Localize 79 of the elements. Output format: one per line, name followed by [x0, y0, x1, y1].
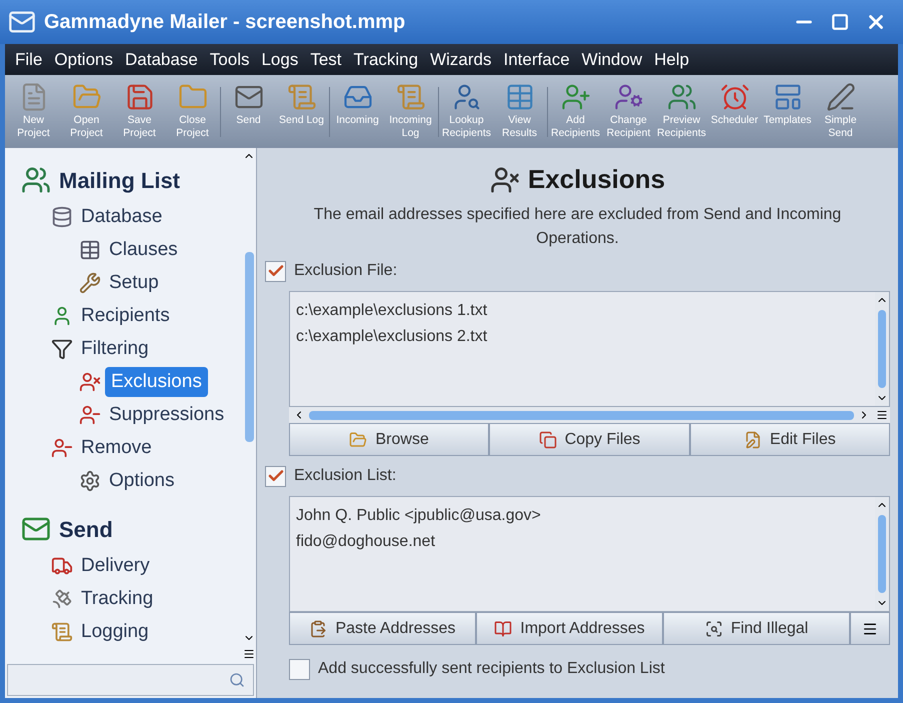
tree-item[interactable]: Suppressions [105, 400, 228, 430]
user-add-icon [560, 82, 590, 112]
satellite-dish-icon [51, 588, 73, 610]
checkbox-label: Add successfully sent recipients to Exclusion List [318, 659, 665, 679]
scroll-icon [286, 82, 316, 112]
tree-item[interactable]: Options [105, 466, 178, 496]
tree-item[interactable]: Logging [77, 616, 153, 646]
table-icon [504, 82, 534, 112]
clipboard-icon [309, 620, 328, 638]
page-title: Exclusions [528, 163, 666, 196]
menu-item[interactable]: Test [304, 46, 348, 72]
copy-icon [538, 430, 557, 448]
menu-item[interactable]: File [9, 46, 48, 72]
users-icon [21, 165, 51, 195]
search-icon [229, 672, 245, 688]
tree-item[interactable]: Tracking [77, 584, 158, 614]
menu-item[interactable]: Tracking [348, 46, 424, 72]
checkbox-label: Exclusion File: [294, 261, 398, 281]
template-icon [772, 82, 802, 112]
user-remove-icon [51, 436, 73, 458]
tools-icon [79, 272, 101, 294]
pen-icon [826, 82, 856, 112]
section-heading[interactable]: Send [59, 512, 113, 546]
filter-icon [51, 338, 73, 360]
address-book-icon [494, 620, 512, 638]
menu-icon [862, 620, 878, 636]
checkbox[interactable] [265, 466, 286, 486]
document-edit-icon [744, 430, 762, 448]
menu-item[interactable]: Help [648, 46, 696, 72]
menu-item[interactable]: Wizards [424, 46, 498, 72]
tree-item[interactable]: Exclusions [105, 366, 208, 396]
tree-item[interactable]: Database [77, 202, 166, 232]
menu-icon[interactable] [243, 648, 255, 660]
tree-item[interactable]: Delivery [77, 550, 154, 580]
scroll-icon [396, 82, 426, 112]
text-line: fido@doghouse.net [296, 532, 436, 552]
menu-button[interactable] [850, 612, 890, 645]
tree-item[interactable]: Remove [77, 432, 156, 462]
tree-item[interactable]: Setup [105, 268, 163, 298]
menu-item[interactable]: Database [119, 46, 204, 72]
action-button[interactable]: Edit Files [690, 423, 890, 456]
alarm-clock-icon [720, 82, 750, 112]
search-field[interactable] [7, 664, 254, 696]
scroll-icon [51, 620, 73, 642]
menu-item[interactable]: Tools [204, 46, 256, 72]
action-button[interactable]: Find Illegal [663, 612, 850, 645]
checkbox[interactable] [265, 260, 286, 282]
action-button[interactable]: Paste Addresses [289, 612, 476, 645]
action-button[interactable]: Import Addresses [476, 612, 663, 645]
tree-item[interactable]: Clauses [105, 234, 182, 264]
scrollbar-thumb[interactable] [309, 410, 854, 420]
scrollbar-thumb[interactable] [244, 252, 254, 442]
text-line: John Q. Public <jpublic@usa.gov> [296, 506, 542, 526]
users-icon [666, 82, 696, 112]
scrollbar-thumb[interactable] [878, 310, 886, 388]
menu-icon[interactable] [876, 409, 888, 421]
text-area[interactable]: John Q. Public <jpublic@usa.gov> fido@doghouse.net [290, 497, 875, 611]
user-block-icon [490, 164, 520, 194]
scrollbar-thumb[interactable] [878, 515, 886, 593]
database-icon [51, 206, 73, 228]
action-button[interactable]: Browse [289, 423, 490, 456]
window-title: Gammadyne Mailer - screenshot.mmp [44, 10, 406, 35]
text-line: c:\example\exclusions 2.txt [296, 327, 488, 347]
text-line: c:\example\exclusions 1.txt [296, 301, 488, 321]
menu-item[interactable]: Options [48, 46, 119, 72]
tree-item[interactable]: Recipients [77, 300, 174, 330]
maximize-icon[interactable] [831, 13, 849, 31]
text-area[interactable]: c:\example\exclusions 1.txt c:\example\exclusions 2.txt [290, 292, 875, 406]
checkbox[interactable] [289, 658, 310, 680]
user-block-icon [79, 370, 101, 392]
description: The email addresses specified here are excluded from Send and Incoming Operations. [312, 205, 842, 249]
action-button[interactable]: Copy Files [489, 423, 690, 456]
table-icon [79, 238, 101, 260]
menu-item[interactable]: Interface [498, 46, 576, 72]
section-heading[interactable]: Mailing List [59, 164, 180, 196]
checkbox-label: Exclusion List: [294, 466, 396, 486]
menu-item[interactable]: Window [576, 46, 648, 72]
tree-item[interactable]: Filtering [77, 334, 153, 364]
menu-item[interactable]: Logs [255, 46, 304, 72]
